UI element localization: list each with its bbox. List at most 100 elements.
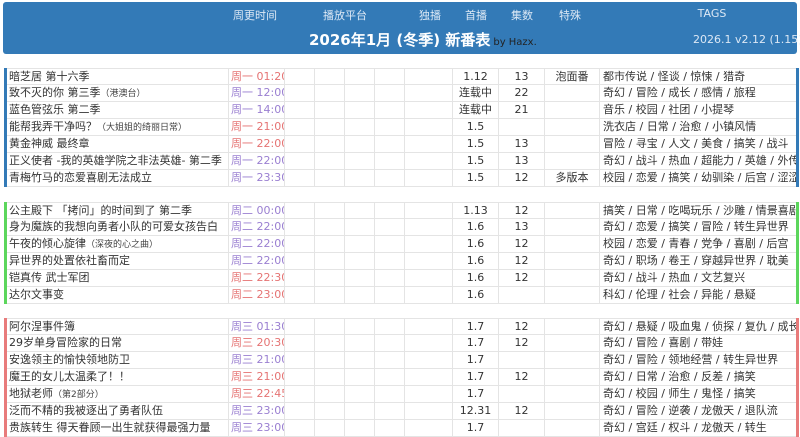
episode-count: 13 (499, 136, 545, 152)
table-row[interactable]: 安逸领主的愉快领地防卫 周三 21:00 1.7 奇幻 / 冒险 / 领地经营 / 转… (7, 352, 796, 369)
anime-title[interactable]: 铠真传 武士军团 (7, 270, 229, 286)
anime-title[interactable]: 阿尔涅事件簿 (7, 319, 229, 334)
table-row[interactable]: 泛而不精的我被逐出了勇者队伍 周三 23:00 12.31 12 奇幻 / 冒险 / 逆… (7, 403, 796, 420)
platform-cell (375, 270, 405, 286)
premiere-date: 1.6 (453, 270, 499, 286)
air-time: 周三 23:00 (231, 420, 285, 436)
episode-count (499, 352, 545, 368)
anime-title[interactable]: 达尔文事变 (7, 287, 229, 303)
table-row[interactable]: 地狱老师（第2部分） 周三 22:45 1.7 奇幻 / 校园 / 师生 / 鬼怪 /… (7, 386, 796, 403)
table-row[interactable]: 黄金神威 最终章 周一 22:00 1.5 13 冒险 / 寻宝 / 人文 / 美食 /… (7, 136, 796, 153)
exclusive-cell (405, 386, 453, 402)
premiere-date: 1.7 (453, 335, 499, 351)
exclusive-cell (405, 403, 453, 419)
special-note (545, 102, 600, 118)
header-bar: 周更时间 播放平台 独播 首播 集数 特殊 TAGS 2026年1月 (冬季) … (3, 2, 800, 54)
episode-count: 12 (499, 270, 545, 286)
title-note: （大姐姐的绮丽日常） (97, 123, 188, 133)
anime-title[interactable]: 致不灭的你 第三季（港澳台） (7, 85, 229, 101)
special-note (545, 319, 600, 334)
tags: 奇幻 / 校园 / 师生 / 鬼怪 / 搞笑 (603, 387, 756, 400)
anime-title[interactable]: 暗芝居 第十六季 (7, 69, 229, 84)
table-row[interactable]: 身为魔族的我想向勇者小队的可爱女孩告白 周二 22:00 1.6 13 奇幻 / 恋爱 … (7, 219, 796, 236)
air-time: 周一 23:30 (231, 170, 285, 186)
table-row[interactable]: 达尔文事变 周二 23:00 1.6 科幻 / 伦理 / 社会 / 异能 / 悬疑 (7, 287, 796, 304)
exclusive-cell (405, 136, 453, 152)
anime-title[interactable]: 魔王的女儿太温柔了！！ (7, 369, 229, 385)
premiere-date: 1.6 (453, 287, 499, 303)
platform-cell (285, 420, 315, 436)
air-time: 周二 00:00 (231, 203, 285, 218)
platform-cell (345, 102, 375, 118)
premiere-date: 1.12 (453, 69, 499, 84)
table-row[interactable]: 致不灭的你 第三季（港澳台） 周一 12:00 连载中 22 奇幻 / 冒险 / 成长 … (7, 85, 796, 102)
anime-title[interactable]: 异世界的处置依社畜而定 (7, 253, 229, 269)
tags: 奇幻 / 宫廷 / 权斗 / 龙傲天 / 转生 (603, 421, 767, 434)
platform-cell (285, 403, 315, 419)
platform-cell (345, 236, 375, 252)
premiere-date: 1.5 (453, 136, 499, 152)
anime-title[interactable]: 29岁单身冒险家的日常 (7, 335, 229, 351)
exclusive-cell (405, 203, 453, 218)
platform-cell (285, 219, 315, 235)
table-row[interactable]: 公主殿下 「拷问」的时间到了 第二季 周二 00:00 1.13 12 搞笑 / 日常 … (7, 202, 796, 219)
premiere-date: 连载中 (453, 102, 499, 118)
special-note (545, 369, 600, 385)
platform-cell (375, 369, 405, 385)
table-row[interactable]: 青梅竹马的恋爱喜剧无法成立 周一 23:30 1.5 12 多版本 校园 / 恋爱 / 搞… (7, 170, 796, 187)
premiere-date: 1.7 (453, 386, 499, 402)
exclusive-cell (405, 85, 453, 101)
table-row[interactable]: 贵族转生 得天眷顾一出生就获得最强力量 周三 23:00 1.7 奇幻 / 宫廷 / … (7, 420, 796, 437)
air-time: 周三 20:30 (231, 335, 285, 351)
anime-title[interactable]: 公主殿下 「拷问」的时间到了 第二季 (7, 203, 229, 218)
version-label: 2026.1 v2.12 (1.15) (693, 33, 800, 46)
tags: 奇幻 / 冒险 / 成长 / 感情 / 旅程 (603, 86, 756, 99)
air-time: 周二 23:00 (231, 287, 285, 303)
tags: 搞笑 / 日常 / 吃喝玩乐 / 沙雕 / 情景喜剧 (603, 204, 796, 217)
table-row[interactable]: 异世界的处置依社畜而定 周二 22:00 1.6 12 奇幻 / 职场 / 卷王 / 穿… (7, 253, 796, 270)
platform-cell (285, 253, 315, 269)
table-row[interactable]: 29岁单身冒险家的日常 周三 20:30 1.7 12 奇幻 / 冒险 / 喜剧 / 带… (7, 335, 796, 352)
table-row[interactable]: 暗芝居 第十六季 周一 01:20 1.12 13 泡面番 都市传说 / 怪谈 / 惊悚 … (7, 68, 796, 85)
premiere-date: 1.7 (453, 420, 499, 436)
tags: 校园 / 恋爱 / 搞笑 / 幼驯染 / 后宫 / 涩涩 (603, 171, 796, 184)
anime-title[interactable]: 能帮我弄干净吗？（大姐姐的绮丽日常） (7, 119, 229, 135)
anime-title[interactable]: 安逸领主的愉快领地防卫 (7, 352, 229, 368)
premiere-date: 1.6 (453, 253, 499, 269)
anime-title[interactable]: 身为魔族的我想向勇者小队的可爱女孩告白 (7, 219, 229, 235)
table-row[interactable]: 能帮我弄干净吗？（大姐姐的绮丽日常） 周一 21:00 1.5 洗衣店 / 日常 / … (7, 119, 796, 136)
table-row[interactable]: 午夜的倾心旋律（深夜的心之曲） 周二 22:00 1.6 12 校园 / 恋爱 / 青春… (7, 236, 796, 253)
special-note (545, 153, 600, 169)
anime-title[interactable]: 泛而不精的我被逐出了勇者队伍 (7, 403, 229, 419)
episode-count (499, 386, 545, 402)
exclusive-cell (405, 335, 453, 351)
anime-title[interactable]: 青梅竹马的恋爱喜剧无法成立 (7, 170, 229, 186)
air-time: 周二 22:00 (231, 219, 285, 235)
platform-cell (375, 69, 405, 84)
platform-cell (285, 319, 315, 334)
table-row[interactable]: 铠真传 武士军团 周二 22:30 1.6 12 奇幻 / 战斗 / 热血 / 文艺复兴 (7, 270, 796, 287)
table-row[interactable]: 正义使者 -我的英雄学院之非法英雄- 第二季 周一 22:00 1.5 13 奇幻 / … (7, 153, 796, 170)
anime-title[interactable]: 贵族转生 得天眷顾一出生就获得最强力量 (7, 420, 229, 436)
anime-title[interactable]: 蓝色管弦乐 第二季 (7, 102, 229, 118)
title-note: （深夜的心之曲） (86, 240, 159, 250)
platform-cell (315, 335, 345, 351)
exclusive-cell (405, 236, 453, 252)
anime-title[interactable]: 地狱老师（第2部分） (7, 386, 229, 402)
table-row[interactable]: 阿尔涅事件簿 周三 01:30 1.7 12 奇幻 / 悬疑 / 吸血鬼 / 侦探 / … (7, 318, 796, 335)
anime-title[interactable]: 午夜的倾心旋律（深夜的心之曲） (7, 236, 229, 252)
anime-title[interactable]: 黄金神威 最终章 (7, 136, 229, 152)
platform-cell (375, 352, 405, 368)
special-note (545, 203, 600, 218)
air-time: 周二 22:30 (231, 270, 285, 286)
table-row[interactable]: 蓝色管弦乐 第二季 周一 14:00 连载中 21 音乐 / 校园 / 社团 / 小提琴 (7, 102, 796, 119)
anime-title[interactable]: 正义使者 -我的英雄学院之非法英雄- 第二季 (7, 153, 229, 169)
air-time: 周三 22:45 (231, 386, 285, 402)
tags: 音乐 / 校园 / 社团 / 小提琴 (603, 103, 735, 116)
episode-count: 12 (499, 369, 545, 385)
table-row[interactable]: 魔王的女儿太温柔了！！ 周三 21:00 1.7 12 奇幻 / 日常 / 治愈 / 反… (7, 369, 796, 386)
platform-cell (375, 335, 405, 351)
platform-cell (315, 386, 345, 402)
platform-cell (285, 85, 315, 101)
platform-cell (375, 219, 405, 235)
